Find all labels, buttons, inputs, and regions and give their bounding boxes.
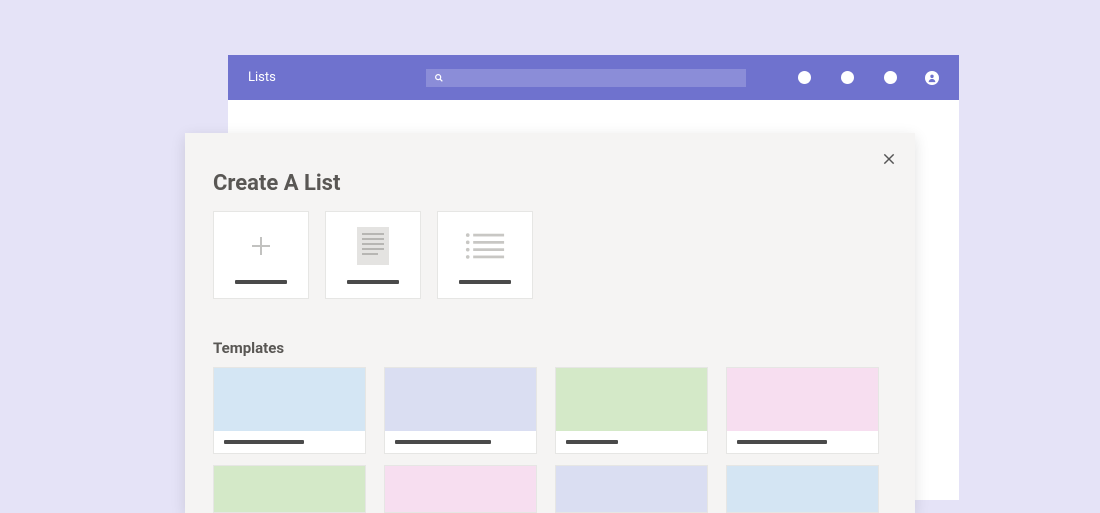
templates-row	[213, 367, 879, 454]
plus-icon	[241, 226, 281, 266]
template-thumbnail	[385, 368, 536, 431]
create-options-row	[213, 211, 533, 299]
template-card[interactable]	[555, 367, 708, 454]
option-blank-list[interactable]	[213, 211, 309, 299]
template-card[interactable]	[213, 367, 366, 454]
template-thumbnail	[556, 466, 707, 512]
person-icon	[927, 73, 937, 83]
avatar[interactable]	[925, 71, 939, 85]
close-button[interactable]	[881, 151, 897, 171]
search-input[interactable]	[426, 69, 746, 87]
template-label	[224, 440, 304, 444]
page-icon	[353, 226, 393, 266]
template-thumbnail	[727, 466, 878, 512]
header-action-3[interactable]	[884, 71, 897, 84]
close-icon	[881, 151, 897, 167]
modal-title: Create A List	[213, 171, 340, 196]
app-title: Lists	[248, 70, 276, 85]
template-label	[566, 440, 618, 444]
option-bulleted-list[interactable]	[437, 211, 533, 299]
header-bar: Lists	[228, 55, 959, 100]
option-page-list[interactable]	[325, 211, 421, 299]
template-thumbnail	[385, 466, 536, 512]
template-card[interactable]	[555, 465, 708, 513]
template-thumbnail	[214, 368, 365, 431]
template-label	[737, 440, 827, 444]
header-action-2[interactable]	[841, 71, 854, 84]
header-action-1[interactable]	[798, 71, 811, 84]
template-thumbnail	[727, 368, 878, 431]
template-thumbnail	[556, 368, 707, 431]
search-icon	[434, 73, 444, 83]
option-label	[459, 280, 511, 284]
template-thumbnail	[214, 466, 365, 512]
create-list-modal: Create A List	[185, 133, 915, 513]
template-card[interactable]	[726, 465, 879, 513]
option-label	[347, 280, 399, 284]
template-card[interactable]	[384, 465, 537, 513]
templates-heading: Templates	[213, 339, 284, 357]
bulleted-list-icon	[465, 226, 505, 266]
template-card[interactable]	[213, 465, 366, 513]
template-label	[395, 440, 491, 444]
option-label	[235, 280, 287, 284]
templates-row-2	[213, 465, 879, 513]
template-card[interactable]	[726, 367, 879, 454]
template-card[interactable]	[384, 367, 537, 454]
